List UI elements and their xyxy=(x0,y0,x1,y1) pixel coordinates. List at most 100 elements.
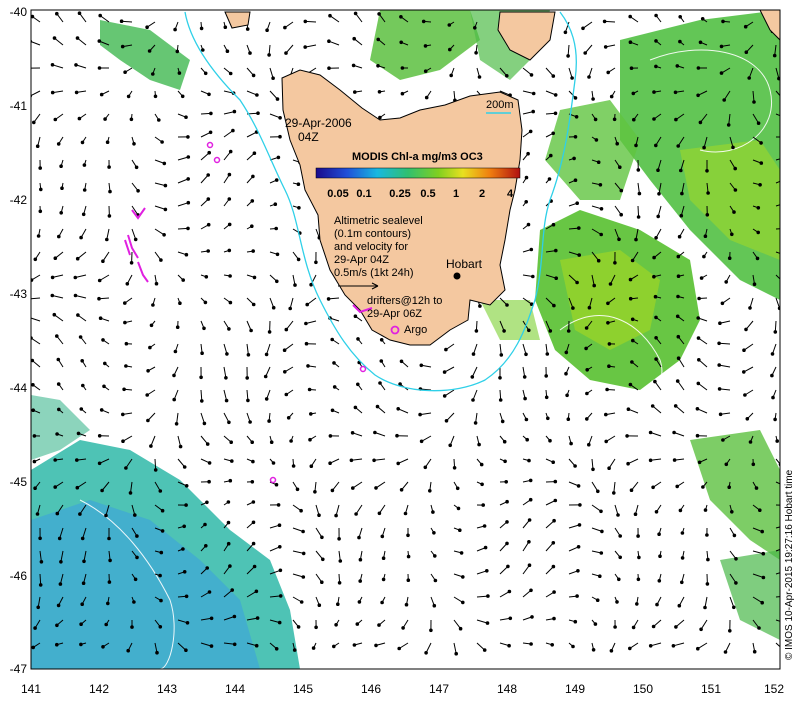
velocity-arrow-head xyxy=(137,190,140,193)
velocity-arrow-head xyxy=(32,646,35,649)
velocity-arrow-head xyxy=(728,257,731,260)
velocity-arrow-head xyxy=(459,627,462,630)
time-label: 04Z xyxy=(298,130,319,144)
velocity-arrow-head xyxy=(762,552,765,555)
velocity-arrow-head xyxy=(318,604,321,607)
velocity-arrow-head xyxy=(456,487,459,490)
velocity-arrow-head xyxy=(351,432,354,435)
velocity-arrow-head xyxy=(147,419,150,422)
velocity-arrow-head xyxy=(125,467,128,470)
velocity-arrow-head xyxy=(159,626,162,629)
velocity-arrow-head xyxy=(125,365,128,368)
velocity-arrow-head xyxy=(478,76,481,79)
velocity-arrow-head xyxy=(578,254,581,257)
velocity-arrow-head xyxy=(398,647,401,650)
velocity-arrow-head xyxy=(698,461,701,464)
velocity-arrow-head xyxy=(56,643,59,646)
velocity-arrow-head xyxy=(631,318,634,321)
velocity-arrow-head xyxy=(504,460,507,463)
velocity-arrow-head xyxy=(637,216,640,219)
velocity-arrow-head xyxy=(333,645,336,648)
velocity-arrow-head xyxy=(610,95,613,98)
velocity-arrow-head xyxy=(757,231,760,234)
velocity-arrow-head xyxy=(380,339,383,342)
velocity-arrow-head xyxy=(275,648,278,651)
velocity-arrow-head xyxy=(185,595,188,598)
velocity-arrow-head xyxy=(134,578,137,581)
velocity-arrow-head xyxy=(762,576,765,579)
velocity-arrow-head xyxy=(735,582,738,585)
velocity-arrow-head xyxy=(707,192,710,195)
velocity-arrow-head xyxy=(609,283,612,286)
colorbar xyxy=(316,168,520,178)
velocity-arrow-head xyxy=(123,388,126,391)
velocity-arrow-head xyxy=(397,462,400,465)
velocity-arrow-head xyxy=(186,622,189,625)
velocity-arrow-head xyxy=(601,530,604,533)
velocity-arrow-head xyxy=(681,557,684,560)
velocity-arrow-head xyxy=(272,77,275,80)
velocity-arrow-head xyxy=(149,346,152,349)
velocity-arrow-head xyxy=(445,348,448,351)
colorbar-tick-label: 0.25 xyxy=(389,188,410,200)
velocity-arrow-head xyxy=(229,301,232,304)
velocity-arrow-head xyxy=(588,76,591,79)
note-line: (0.1m contours) xyxy=(334,228,411,240)
velocity-arrow-head xyxy=(187,201,190,204)
velocity-arrow-head xyxy=(655,65,658,68)
velocity-arrow-head xyxy=(619,166,622,169)
velocity-arrow-head xyxy=(378,512,381,515)
velocity-arrow-head xyxy=(354,91,357,94)
velocity-arrow-head xyxy=(782,98,785,101)
velocity-arrow-head xyxy=(606,388,609,391)
velocity-arrow-head xyxy=(577,485,580,488)
velocity-arrow-head xyxy=(164,184,167,187)
velocity-arrow-head xyxy=(448,24,451,27)
velocity-arrow-head xyxy=(252,250,255,253)
velocity-arrow-head xyxy=(268,420,271,423)
velocity-arrow-head xyxy=(433,604,436,607)
velocity-arrow-head xyxy=(706,214,709,217)
velocity-arrow-head xyxy=(200,27,203,30)
velocity-arrow-head xyxy=(567,330,570,333)
velocity-arrow-head xyxy=(784,254,787,257)
velocity-arrow-head xyxy=(761,530,764,533)
velocity-arrow-head xyxy=(76,37,79,40)
velocity-arrow-head xyxy=(173,398,176,401)
velocity-arrow-head xyxy=(175,423,178,426)
drifters-legend-line2: 29-Apr 06Z xyxy=(367,308,422,320)
velocity-arrow-head xyxy=(129,492,132,495)
velocity-arrow-head xyxy=(727,124,730,127)
velocity-arrow-head xyxy=(486,570,489,573)
velocity-arrow-head xyxy=(328,67,331,70)
velocity-arrow-head xyxy=(530,248,533,251)
velocity-arrow-head xyxy=(620,213,623,216)
velocity-arrow-head xyxy=(718,364,721,367)
velocity-arrow-head xyxy=(127,95,130,98)
velocity-arrow-head xyxy=(206,501,209,504)
velocity-arrow-head xyxy=(122,440,125,443)
velocity-arrow-head xyxy=(475,52,478,55)
velocity-arrow-head xyxy=(51,294,54,297)
velocity-arrow-head xyxy=(453,467,456,470)
velocity-arrow-head xyxy=(405,603,408,606)
velocity-arrow-head xyxy=(699,121,702,124)
velocity-arrow-head xyxy=(136,535,139,538)
velocity-arrow-head xyxy=(499,377,502,380)
velocity-arrow-head xyxy=(99,14,102,17)
velocity-arrow-head xyxy=(135,166,138,169)
map-canvas: 141 142 143 144 145 146 147 148 149 150 … xyxy=(0,0,800,700)
velocity-arrow-head xyxy=(761,601,764,604)
velocity-arrow-head xyxy=(632,92,635,95)
velocity-arrow-head xyxy=(745,328,748,331)
velocity-arrow-head xyxy=(585,327,588,330)
velocity-arrow-head xyxy=(573,157,576,160)
velocity-arrow-head xyxy=(486,622,489,625)
velocity-arrow-head xyxy=(265,398,268,401)
velocity-arrow-head xyxy=(525,201,528,204)
velocity-arrow-head xyxy=(728,486,731,489)
velocity-arrow-head xyxy=(722,439,725,442)
velocity-arrow-head xyxy=(753,283,756,286)
velocity-arrow-head xyxy=(56,12,59,15)
velocity-arrow-head xyxy=(34,627,37,630)
